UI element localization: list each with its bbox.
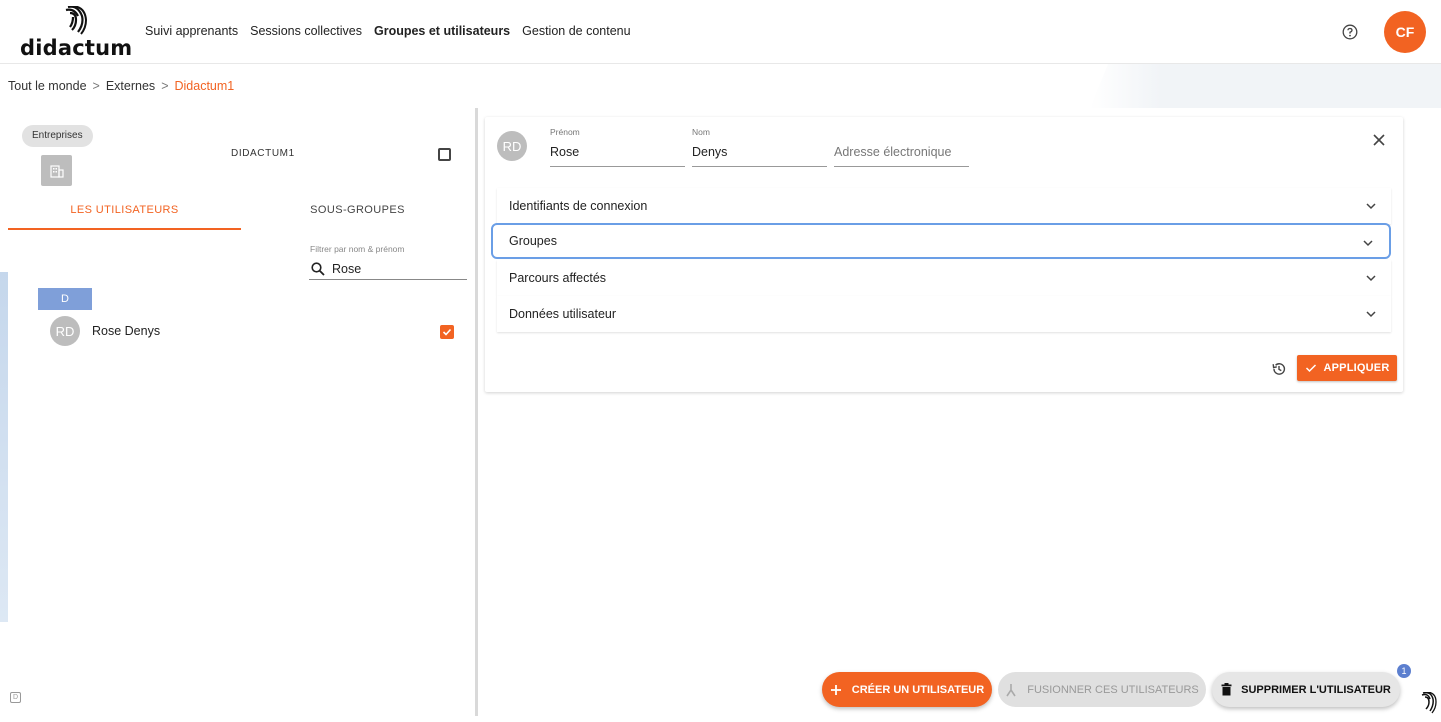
chevron-down-icon <box>1366 311 1376 318</box>
delete-user-label: SUPPRIMER L'UTILISATEUR <box>1241 683 1391 696</box>
filter-input[interactable] <box>332 261 452 276</box>
filter-label: Filtrer par nom & prénom <box>310 244 405 254</box>
user-select-checkbox[interactable] <box>440 325 454 339</box>
chevron-down-icon <box>1366 275 1376 282</box>
apply-label: APPLIQUER <box>1323 362 1390 374</box>
fingerprint-logo-icon <box>65 6 88 35</box>
first-name-field: Prénom <box>550 127 685 167</box>
breadcrumb-separator: > <box>161 79 169 93</box>
merge-users-label: FUSIONNER CES UTILISATEURS <box>1027 683 1199 696</box>
section-label: Identifiants de connexion <box>509 199 648 213</box>
chevron-down-icon <box>1366 203 1376 210</box>
create-user-button[interactable]: CRÉER UN UTILISATEUR <box>822 672 992 707</box>
help-circle-icon[interactable] <box>1342 24 1358 40</box>
first-name-input[interactable] <box>550 145 685 159</box>
breadcrumb: Tout le monde > Externes > Didactum1 <box>8 79 234 93</box>
decorative-background-shape <box>1090 64 1441 108</box>
list-item[interactable]: RD Rose Denys <box>50 316 460 346</box>
search-icon <box>311 261 325 276</box>
corner-badge: D <box>10 692 21 703</box>
breadcrumb-item-tout-le-monde[interactable]: Tout le monde <box>8 79 87 93</box>
breadcrumb-separator: > <box>92 79 100 93</box>
plus-icon <box>830 684 841 695</box>
didactum-logo[interactable]: didactum <box>20 6 133 60</box>
section-identifiants-connexion[interactable]: Identifiants de connexion <box>497 188 1391 224</box>
section-label: Groupes <box>509 234 557 248</box>
user-avatar[interactable]: CF <box>1384 11 1426 53</box>
nav-suivi-apprenants[interactable]: Suivi apprenants <box>145 24 238 38</box>
nav-groupes-utilisateurs[interactable]: Groupes et utilisateurs <box>374 24 510 38</box>
section-label: Parcours affectés <box>509 271 607 285</box>
group-users-panel: Entreprises DIDACTUM1 LES UTILISATEURS S… <box>8 108 475 716</box>
last-name-label: Nom <box>692 127 710 137</box>
checkmark-icon <box>442 328 452 336</box>
email-field <box>834 127 969 167</box>
main-nav: Suivi apprenants Sessions collectives Gr… <box>145 24 631 38</box>
top-bar: didactum Suivi apprenants Sessions colle… <box>0 0 1441 64</box>
user-detail-card: RD Prénom Nom Identifiants de connexion … <box>485 117 1403 392</box>
breadcrumb-current: Didactum1 <box>174 79 235 93</box>
tab-les-utilisateurs[interactable]: LES UTILISATEURS <box>8 204 241 230</box>
merge-users-button[interactable]: FUSIONNER CES UTILISATEURS <box>998 672 1206 707</box>
filter-field <box>309 258 467 280</box>
select-group-checkbox[interactable] <box>438 148 451 161</box>
create-user-label: CRÉER UN UTILISATEUR <box>851 683 985 696</box>
last-name-field: Nom <box>692 127 827 167</box>
email-input[interactable] <box>834 145 969 159</box>
fingerprint-logo-icon <box>1421 692 1437 714</box>
letter-group-header: D <box>38 288 92 310</box>
selection-count-badge: 1 <box>1397 664 1411 678</box>
building-glyph <box>49 164 64 178</box>
section-groupes[interactable]: Groupes <box>491 223 1391 259</box>
nav-sessions-collectives[interactable]: Sessions collectives <box>250 24 362 38</box>
avatar: RD <box>50 316 80 346</box>
section-label: Données utilisateur <box>509 307 617 321</box>
logo-text: didactum <box>20 36 133 60</box>
section-parcours-affectes[interactable]: Parcours affectés <box>497 260 1391 296</box>
merge-icon <box>1006 683 1016 696</box>
history-icon[interactable] <box>1271 361 1287 377</box>
apply-button[interactable]: APPLIQUER <box>1297 355 1397 381</box>
trash-icon <box>1221 683 1232 696</box>
breadcrumb-item-externes[interactable]: Externes <box>106 79 155 93</box>
section-donnees-utilisateur[interactable]: Données utilisateur <box>497 296 1391 332</box>
company-name: DIDACTUM1 <box>231 148 295 159</box>
chevron-down-icon <box>1363 240 1373 247</box>
last-name-input[interactable] <box>692 145 827 159</box>
left-edge-scroll-indicator <box>0 272 8 622</box>
avatar: RD <box>497 131 527 161</box>
nav-gestion-contenu[interactable]: Gestion de contenu <box>522 24 630 38</box>
delete-user-button[interactable]: SUPPRIMER L'UTILISATEUR <box>1212 672 1400 707</box>
tab-sous-groupes[interactable]: SOUS-GROUPES <box>241 204 474 216</box>
user-name: Rose Denys <box>92 324 161 338</box>
building-icon <box>41 155 72 186</box>
close-icon[interactable] <box>1371 132 1387 148</box>
first-name-label: Prénom <box>550 127 580 137</box>
check-icon <box>1305 364 1316 373</box>
panel-divider[interactable] <box>475 108 478 716</box>
entreprises-chip[interactable]: Entreprises <box>22 125 93 147</box>
